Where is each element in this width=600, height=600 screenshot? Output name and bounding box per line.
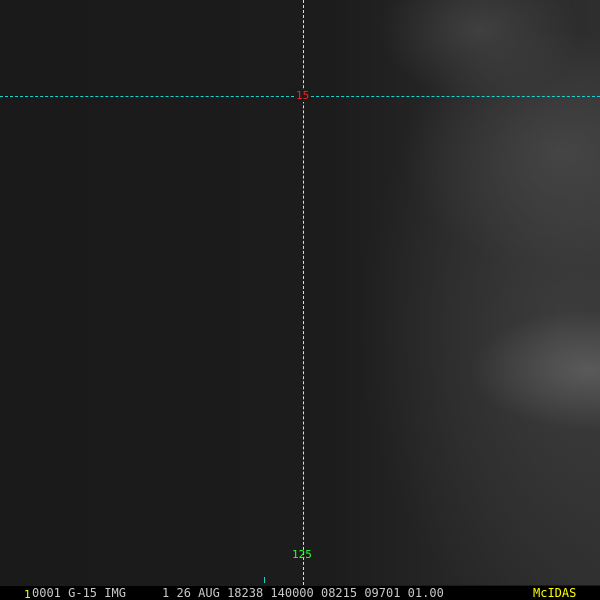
image-info-text: 0001 G-15 IMG 1 26 AUG 18238 140000 0821… [32,586,444,600]
satellite-image[interactable] [0,0,600,585]
latitude-label: 15 [294,89,312,102]
frame-number: 1 [24,588,31,600]
cursor-tick [264,577,265,583]
mcidas-display: 15 125 1 0001 G-15 IMG 1 26 AUG 18238 14… [0,0,600,600]
mcidas-logo: McIDAS [533,586,577,600]
longitude-label: 125 [292,548,312,561]
longitude-grid-line [303,0,304,585]
status-bar: 1 0001 G-15 IMG 1 26 AUG 18238 140000 08… [0,586,600,600]
